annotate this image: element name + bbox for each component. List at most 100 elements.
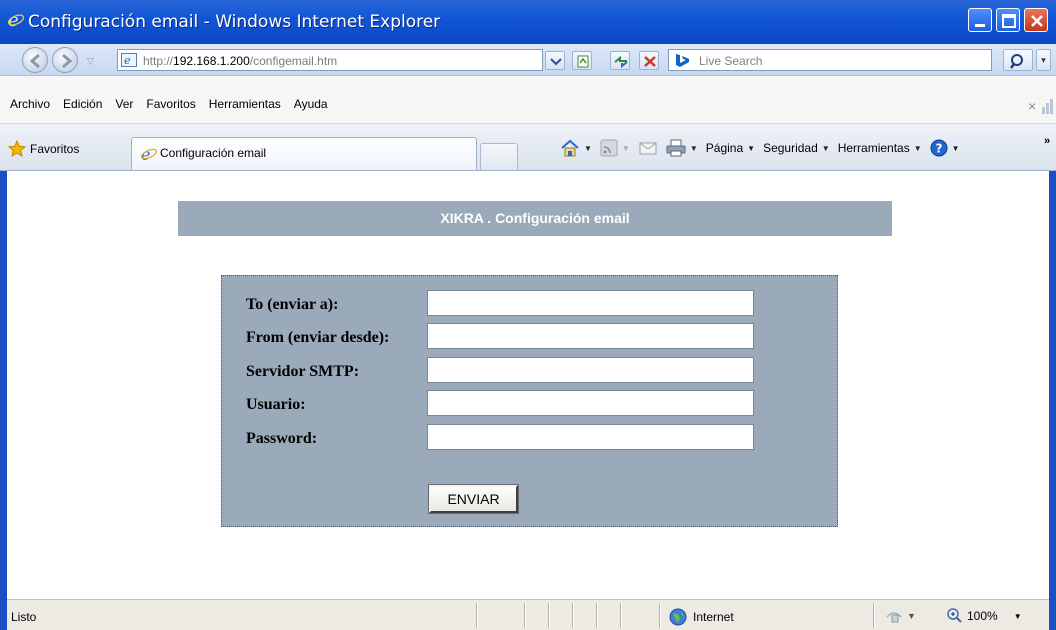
zoom-icon	[947, 608, 962, 623]
star-icon	[8, 140, 26, 157]
chevron-down-icon: ▼	[689, 143, 698, 153]
search-placeholder: Live Search	[699, 54, 763, 68]
security-menu-button[interactable]: Seguridad ▼	[763, 141, 830, 155]
menu-favoritos[interactable]: Favoritos	[146, 97, 195, 111]
print-button[interactable]: ▼	[666, 139, 698, 157]
address-bar[interactable]: e http://192.168.1.200/configemail.htm	[117, 49, 543, 71]
chevron-down-icon: ▼	[747, 143, 756, 153]
status-divider	[476, 603, 477, 628]
field-row-password: Password:	[222, 424, 839, 452]
refresh-button[interactable]	[610, 51, 630, 70]
status-divider	[572, 603, 573, 628]
menu-herramientas[interactable]: Herramientas	[209, 97, 281, 111]
favorites-button[interactable]: Favoritos	[8, 140, 79, 157]
help-button[interactable]: ? ▼	[930, 139, 960, 157]
protected-mode-icon	[886, 612, 902, 623]
chevron-down-icon	[550, 58, 562, 66]
new-tab-button[interactable]	[480, 143, 518, 170]
url-text: http://192.168.1.200/configemail.htm	[143, 54, 338, 68]
chevron-down-icon: ▼	[821, 143, 830, 153]
chevron-down-icon: ▼	[621, 143, 630, 153]
minimize-icon	[975, 24, 985, 27]
home-icon	[561, 139, 579, 157]
to-label: To (enviar a):	[246, 296, 339, 313]
svg-text:e: e	[124, 54, 131, 67]
username-label: Usuario:	[246, 396, 306, 413]
forward-arrow-icon	[62, 53, 73, 69]
menu-ver[interactable]: Ver	[115, 97, 133, 111]
status-bar: Listo Internet ▼ 100% ▼	[7, 599, 1049, 630]
ie-page-icon: e	[141, 146, 157, 162]
chevron-down-icon: ▼	[1013, 611, 1022, 621]
home-button[interactable]: ▼	[560, 139, 592, 157]
compatibility-button[interactable]	[572, 51, 592, 70]
back-button[interactable]	[22, 47, 48, 73]
page-heading: XIKRA . Configuración email	[178, 201, 892, 236]
favorites-label: Favoritos	[30, 141, 80, 156]
address-dropdown-button[interactable]	[545, 51, 565, 70]
mail-icon	[639, 142, 657, 155]
search-button[interactable]	[1003, 49, 1033, 71]
security-menu-label: Seguridad	[763, 141, 818, 155]
title-bar: e Configuración email - Windows Internet…	[0, 0, 1056, 44]
maximize-icon	[1002, 14, 1016, 28]
page-menu-button[interactable]: Página ▼	[706, 141, 755, 155]
stop-button[interactable]	[639, 51, 659, 70]
field-row-smtp: Servidor SMTP:	[222, 357, 839, 385]
menu-archivo[interactable]: Archivo	[10, 97, 50, 111]
status-divider	[596, 603, 597, 628]
status-divider	[524, 603, 525, 628]
status-divider	[659, 603, 660, 628]
page-menu-label: Página	[705, 141, 744, 155]
mail-button[interactable]	[638, 139, 658, 157]
username-input[interactable]	[427, 390, 754, 416]
menu-ayuda[interactable]: Ayuda	[294, 97, 328, 111]
zoom-control[interactable]: 100% ▼	[947, 608, 1022, 624]
protected-mode-button[interactable]: ▼	[885, 608, 916, 624]
menubar-spacer	[0, 76, 1056, 96]
status-text: Listo	[11, 610, 37, 624]
enviar-button[interactable]: ENVIAR	[428, 484, 519, 514]
email-config-form: To (enviar a): From (enviar desde): Serv…	[221, 275, 838, 527]
refresh-icon	[614, 55, 628, 69]
status-divider	[548, 603, 549, 628]
window-border-right	[1049, 171, 1056, 630]
more-commands-icon[interactable]: »	[1044, 135, 1050, 147]
svg-text:?: ?	[935, 142, 942, 156]
menu-edicion[interactable]: Edición	[63, 97, 102, 111]
password-label: Password:	[246, 430, 318, 447]
zoom-level: 100%	[967, 609, 998, 623]
history-dropdown-icon[interactable]: ▽	[87, 56, 94, 67]
from-input[interactable]	[427, 323, 754, 349]
password-input[interactable]	[427, 424, 754, 450]
zone-label: Internet	[693, 610, 734, 624]
search-icon	[1010, 54, 1023, 69]
chevron-down-icon: ▼	[951, 143, 960, 153]
forward-button[interactable]	[52, 47, 78, 73]
close-icon	[1031, 15, 1043, 27]
live-search-icon	[676, 54, 689, 67]
maximize-button[interactable]	[996, 8, 1020, 32]
chevron-down-icon: ▼	[584, 143, 592, 153]
security-zone[interactable]: Internet	[669, 608, 734, 626]
smtp-server-input[interactable]	[427, 357, 754, 383]
status-divider	[620, 603, 621, 628]
search-input[interactable]: Live Search	[668, 49, 992, 71]
to-input[interactable]	[427, 290, 754, 316]
compatibility-icon	[577, 55, 589, 68]
feeds-button[interactable]: ▼	[600, 139, 630, 157]
window-border-left	[0, 171, 7, 630]
status-divider	[873, 603, 874, 628]
tab-configuracion-email[interactable]: e Configuración email	[131, 137, 477, 170]
page-icon: e	[121, 53, 137, 67]
tools-menu-button[interactable]: Herramientas ▼	[838, 141, 922, 155]
field-row-user: Usuario:	[222, 390, 839, 418]
chevron-down-icon: ▼	[907, 611, 916, 621]
search-options-button[interactable]: ▾	[1036, 49, 1051, 71]
close-window-button[interactable]	[1024, 8, 1048, 32]
window-title: Configuración email - Windows Internet E…	[28, 12, 441, 32]
close-menubar-icon[interactable]: ×	[1028, 98, 1036, 114]
minimize-button[interactable]	[968, 8, 992, 32]
help-icon: ?	[930, 139, 948, 157]
back-arrow-icon	[29, 53, 40, 69]
